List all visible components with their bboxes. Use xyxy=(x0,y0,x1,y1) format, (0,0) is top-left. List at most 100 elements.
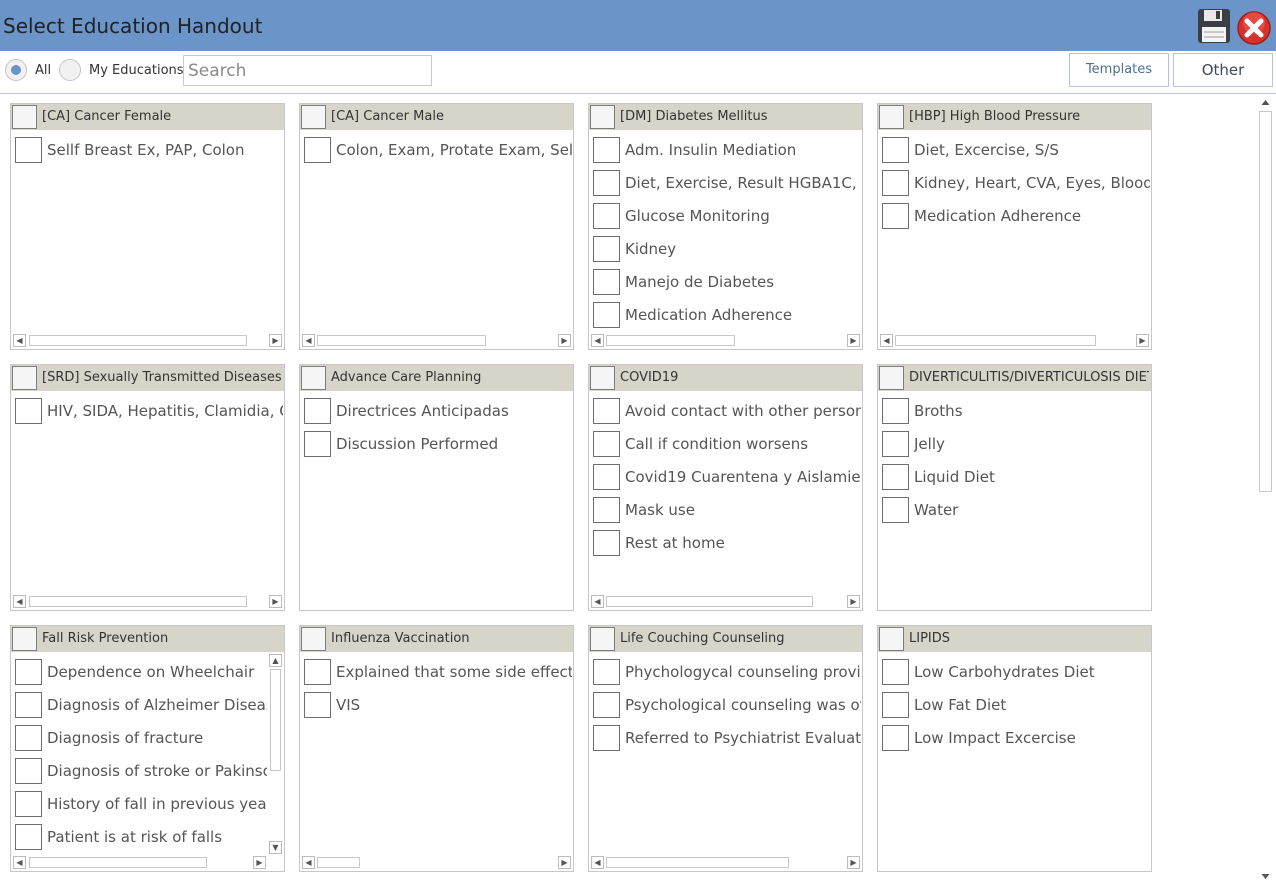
panel-horizontal-scrollbar[interactable]: ◀ ▶ xyxy=(12,594,284,609)
item-checkbox[interactable] xyxy=(882,203,909,229)
education-item[interactable]: Avoid contact with other persons xyxy=(593,398,861,424)
horizontal-scroll-thumb[interactable] xyxy=(29,857,207,868)
radio-my-educations-label[interactable]: My Educations xyxy=(89,63,184,78)
education-item[interactable]: Phychologycal counseling provide xyxy=(593,659,861,685)
education-item[interactable]: Diagnosis of Alzheimer Disease xyxy=(15,692,267,718)
scroll-right-arrow-icon[interactable]: ▶ xyxy=(253,856,266,869)
education-item[interactable]: Medication Adherence xyxy=(882,203,1150,229)
radio-my-educations[interactable] xyxy=(59,59,81,81)
education-item[interactable]: Mask use xyxy=(593,497,861,523)
panel-horizontal-scrollbar[interactable]: ◀ ▶ xyxy=(12,333,284,348)
item-checkbox[interactable] xyxy=(882,725,909,751)
item-checkbox[interactable] xyxy=(15,137,42,163)
education-item[interactable]: Glucose Monitoring xyxy=(593,203,861,229)
item-checkbox[interactable] xyxy=(593,530,620,556)
panel-vertical-scrollbar[interactable]: ▲ ▼ xyxy=(268,653,283,856)
scroll-right-arrow-icon[interactable]: ▶ xyxy=(269,595,282,608)
education-item[interactable]: Rest at home xyxy=(593,530,861,556)
education-item[interactable]: Kidney xyxy=(593,236,861,262)
item-checkbox[interactable] xyxy=(593,464,620,490)
horizontal-scroll-thumb[interactable] xyxy=(317,857,360,868)
item-checkbox[interactable] xyxy=(304,692,331,718)
item-checkbox[interactable] xyxy=(15,824,42,850)
scroll-right-arrow-icon[interactable]: ▶ xyxy=(847,595,860,608)
education-item[interactable]: Sellf Breast Ex, PAP, Colon xyxy=(15,137,283,163)
vertical-scroll-thumb[interactable] xyxy=(270,669,281,771)
item-checkbox[interactable] xyxy=(304,398,331,424)
item-checkbox[interactable] xyxy=(882,137,909,163)
panel-select-all-checkbox[interactable] xyxy=(590,627,615,651)
scroll-left-arrow-icon[interactable]: ◀ xyxy=(880,334,893,347)
horizontal-scroll-thumb[interactable] xyxy=(606,335,735,346)
scroll-right-arrow-icon[interactable]: ▶ xyxy=(847,856,860,869)
search-input[interactable] xyxy=(183,55,432,86)
scroll-left-arrow-icon[interactable]: ◀ xyxy=(591,334,604,347)
education-item[interactable]: Colon, Exam, Protate Exam, Self Te xyxy=(304,137,572,163)
item-checkbox[interactable] xyxy=(882,659,909,685)
panel-select-all-checkbox[interactable] xyxy=(590,105,615,129)
education-item[interactable]: Explained that some side effects t xyxy=(304,659,572,685)
education-item[interactable]: Kidney, Heart, CVA, Eyes, Blood Ve xyxy=(882,170,1150,196)
panel-horizontal-scrollbar[interactable]: ◀ ▶ xyxy=(301,333,573,348)
scroll-right-arrow-icon[interactable]: ▶ xyxy=(558,856,571,869)
panel-select-all-checkbox[interactable] xyxy=(590,366,615,390)
item-checkbox[interactable] xyxy=(15,725,42,751)
scroll-left-arrow-icon[interactable]: ◀ xyxy=(13,595,26,608)
education-item[interactable]: VIS xyxy=(304,692,572,718)
education-item[interactable]: Medication Adherence xyxy=(593,302,861,328)
item-checkbox[interactable] xyxy=(882,692,909,718)
education-item[interactable]: Call if condition worsens xyxy=(593,431,861,457)
horizontal-scroll-thumb[interactable] xyxy=(29,335,247,346)
education-item[interactable]: Jelly xyxy=(882,431,1150,457)
radio-all[interactable] xyxy=(5,59,27,81)
education-item[interactable]: Dependence on Wheelchair xyxy=(15,659,267,685)
save-icon[interactable] xyxy=(1197,8,1231,44)
horizontal-scroll-thumb[interactable] xyxy=(895,335,1096,346)
item-checkbox[interactable] xyxy=(882,170,909,196)
item-checkbox[interactable] xyxy=(15,791,42,817)
panel-select-all-checkbox[interactable] xyxy=(879,366,904,390)
panel-select-all-checkbox[interactable] xyxy=(12,105,37,129)
item-checkbox[interactable] xyxy=(882,497,909,523)
education-item[interactable]: Psychological counseling was offe xyxy=(593,692,861,718)
education-item[interactable]: History of fall in previous year xyxy=(15,791,267,817)
scroll-left-arrow-icon[interactable]: ◀ xyxy=(302,334,315,347)
item-checkbox[interactable] xyxy=(593,302,620,328)
panel-horizontal-scrollbar[interactable]: ◀ ▶ xyxy=(590,855,862,870)
scroll-right-arrow-icon[interactable]: ▶ xyxy=(1136,334,1149,347)
horizontal-scroll-thumb[interactable] xyxy=(29,596,247,607)
scroll-right-arrow-icon[interactable]: ▶ xyxy=(558,334,571,347)
item-checkbox[interactable] xyxy=(882,431,909,457)
item-checkbox[interactable] xyxy=(593,137,620,163)
education-item[interactable]: Referred to Psychiatrist Evaluation xyxy=(593,725,861,751)
education-item[interactable]: Low Fat Diet xyxy=(882,692,1150,718)
education-item[interactable]: Diagnosis of stroke or Pakinson xyxy=(15,758,267,784)
scroll-left-arrow-icon[interactable]: ◀ xyxy=(591,595,604,608)
scroll-right-arrow-icon[interactable]: ▶ xyxy=(269,334,282,347)
education-item[interactable]: Low Carbohydrates Diet xyxy=(882,659,1150,685)
scroll-left-arrow-icon[interactable]: ◀ xyxy=(13,856,26,869)
item-checkbox[interactable] xyxy=(593,692,620,718)
item-checkbox[interactable] xyxy=(593,203,620,229)
item-checkbox[interactable] xyxy=(593,497,620,523)
education-item[interactable]: Broths xyxy=(882,398,1150,424)
item-checkbox[interactable] xyxy=(15,692,42,718)
scroll-left-arrow-icon[interactable]: ◀ xyxy=(13,334,26,347)
education-item[interactable]: Directrices Anticipadas xyxy=(304,398,572,424)
item-checkbox[interactable] xyxy=(304,659,331,685)
scroll-left-arrow-icon[interactable]: ◀ xyxy=(302,856,315,869)
education-item[interactable]: Patient is at risk of falls xyxy=(15,824,267,850)
item-checkbox[interactable] xyxy=(593,398,620,424)
education-item[interactable]: Low Impact Excercise xyxy=(882,725,1150,751)
panel-select-all-checkbox[interactable] xyxy=(301,366,326,390)
other-button[interactable]: Other xyxy=(1173,53,1273,87)
education-item[interactable]: Diagnosis of fracture xyxy=(15,725,267,751)
education-item[interactable]: Adm. Insulin Mediation xyxy=(593,137,861,163)
education-item[interactable]: Covid19 Cuarentena y Aislamiento xyxy=(593,464,861,490)
item-checkbox[interactable] xyxy=(593,269,620,295)
scroll-left-arrow-icon[interactable]: ◀ xyxy=(591,856,604,869)
horizontal-scroll-thumb[interactable] xyxy=(606,596,813,607)
education-item[interactable]: Diet, Exercise, Result HGBA1C, Foo xyxy=(593,170,861,196)
item-checkbox[interactable] xyxy=(15,758,42,784)
education-item[interactable]: Discussion Performed xyxy=(304,431,572,457)
